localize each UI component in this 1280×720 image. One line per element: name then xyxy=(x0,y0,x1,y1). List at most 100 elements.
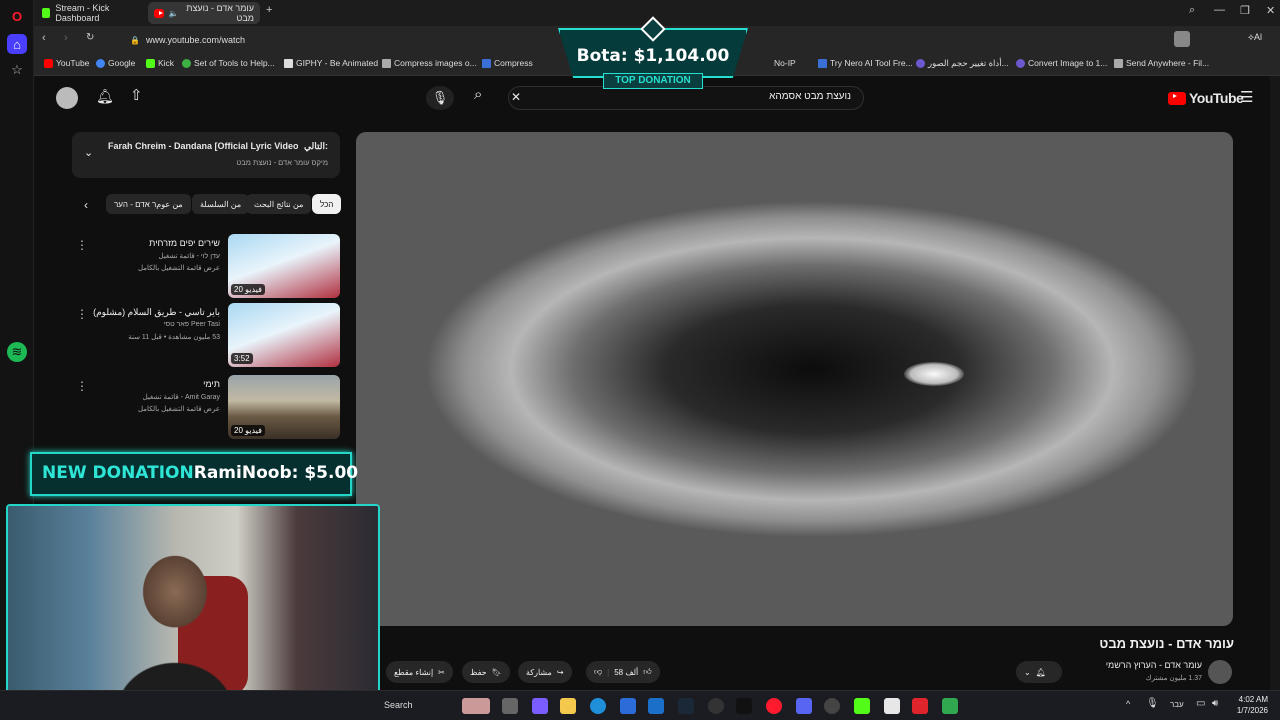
search-highlight-icon[interactable] xyxy=(462,698,490,714)
chip-series[interactable]: من السلسلة xyxy=(192,194,250,214)
bookmark-kick[interactable]: Kick xyxy=(146,58,174,68)
bookmark-google[interactable]: Google xyxy=(96,58,135,68)
notifications-icon[interactable]: 🔔︎ xyxy=(96,88,114,105)
new-tab-button[interactable]: + xyxy=(266,4,272,16)
widgets-icon[interactable] xyxy=(532,698,548,714)
microphone-icon[interactable]: 🎙︎ xyxy=(1146,698,1159,709)
chevron-down-icon[interactable]: ⌄ xyxy=(84,146,93,159)
streamer xyxy=(100,534,250,712)
tiktok-icon[interactable] xyxy=(736,698,752,714)
search-icon[interactable]: ⌕ xyxy=(474,86,482,103)
voice-search-icon[interactable]: 🎙︎ xyxy=(426,86,454,110)
volume-icon[interactable]: 🔊︎ xyxy=(1212,698,1218,709)
more-options-icon[interactable]: ⋮ xyxy=(76,379,88,393)
recommendation-title: باير تاسي - طريق السلام (مشلوم) xyxy=(93,307,220,317)
clock-date: 1/7/2026 xyxy=(1236,706,1268,715)
new-donation-value: RamiNoob: $5.00 xyxy=(193,463,359,483)
list-item[interactable]: 3:52 باير تاسي - طريق السلام (مشلوم) Pee… xyxy=(76,303,340,367)
channel-avatar[interactable] xyxy=(1208,660,1232,684)
account-avatar[interactable] xyxy=(56,87,78,109)
top-donation-amount: Bota: $1,104.00 xyxy=(576,46,730,66)
more-options-icon[interactable]: ⋮ xyxy=(76,307,88,321)
back-icon[interactable]: ‹ xyxy=(42,32,46,44)
kick-taskbar-icon[interactable] xyxy=(854,698,870,714)
steam-icon[interactable] xyxy=(678,698,694,714)
url-text: www.youtube.com/watch xyxy=(145,35,246,45)
playlist-panel[interactable]: ⌄ التالي: Farah Chreim - Dandana [Offici… xyxy=(72,132,340,178)
webcam-overlay xyxy=(6,504,380,714)
bookmark-resize[interactable]: أداة تغيير حجم الصور... xyxy=(916,58,1009,69)
opera-logo-icon[interactable]: O xyxy=(7,6,27,26)
menu-icon[interactable]: ☰ xyxy=(1240,88,1253,106)
forward-icon[interactable]: › xyxy=(64,32,68,44)
speaker-icon[interactable]: 🔈 xyxy=(169,9,179,18)
recommendation-title: תימי xyxy=(203,379,220,389)
youtube-logo[interactable]: YouTube xyxy=(1168,90,1244,106)
tf-icon[interactable] xyxy=(912,698,928,714)
bookmark-tools[interactable]: Set of Tools to Help... xyxy=(182,58,275,68)
profile-avatar[interactable] xyxy=(1174,31,1190,47)
4k-icon[interactable] xyxy=(708,698,724,714)
discord-icon[interactable] xyxy=(796,698,812,714)
subscribe-bell-button[interactable]: ⌄ 🔔︎ xyxy=(1016,661,1062,683)
upload-icon[interactable]: ⇧ xyxy=(130,86,143,104)
edge-icon[interactable] xyxy=(590,698,606,714)
minimize-button[interactable]: — xyxy=(1214,4,1225,16)
reload-icon[interactable]: ↻ xyxy=(86,32,94,43)
search-tabs-icon[interactable]: ⌕ xyxy=(1189,4,1195,17)
list-item[interactable]: 20 فيديو תימי Amit Garay - قائمة تشغيل ع… xyxy=(76,375,340,439)
chevron-down-icon: ⌄ xyxy=(1024,667,1031,677)
home-icon[interactable]: ⌂ xyxy=(7,34,27,54)
bookmark-send-anywhere[interactable]: Send Anywhere - Fil... xyxy=(1114,58,1209,68)
chip-search-results[interactable]: من نتائج البحث xyxy=(246,194,312,214)
chevron-up-icon[interactable]: ^ xyxy=(1126,699,1130,709)
chip-channel[interactable]: من عومר אדם - הער xyxy=(106,194,191,214)
video-thumbnail[interactable]: 20 فيديو xyxy=(228,375,340,439)
save-button[interactable]: حفظ 🔖︎ xyxy=(462,661,510,683)
outlook-icon[interactable] xyxy=(648,698,664,714)
maximize-button[interactable]: ❐ xyxy=(1240,4,1250,17)
tab-kick-dashboard[interactable]: Stream - Kick Dashboard xyxy=(36,2,146,24)
bookmark-youtube[interactable]: YouTube xyxy=(44,58,89,68)
share-button[interactable]: مشاركة ↪ xyxy=(518,661,572,683)
ai-icon[interactable]: ⟡Al xyxy=(1248,32,1262,43)
clear-search-icon[interactable]: ✕ xyxy=(511,90,521,104)
tab-youtube-video[interactable]: 🔈 עומר אדם - נועצת מבט xyxy=(148,2,260,24)
app-icon[interactable] xyxy=(884,698,900,714)
task-view-icon[interactable] xyxy=(502,698,518,714)
store-icon[interactable] xyxy=(620,698,636,714)
star-icon[interactable]: ☆ xyxy=(7,60,27,80)
like-dislike-button[interactable]: 👎︎ | 58 ألف 👍︎ xyxy=(586,661,660,683)
dislike-icon[interactable]: 👎︎ xyxy=(594,667,602,677)
opera-taskbar-icon[interactable] xyxy=(766,698,782,714)
bookmark-giphy[interactable]: GIPHY - Be Animated xyxy=(284,58,378,68)
top-donation-overlay: Bota: $1,104.00 TOP DONATION xyxy=(520,16,786,92)
new-donation-overlay: NEW DONATIONRamiNoob: $5.00 xyxy=(30,452,358,496)
recommendation-channel: Peer Tasi פאר טסי xyxy=(163,321,220,328)
taskbar-search[interactable]: Search xyxy=(384,700,413,710)
language-indicator[interactable]: עבר xyxy=(1170,700,1184,709)
video-player[interactable] xyxy=(356,132,1233,626)
system-clock[interactable]: 4:02 AM 1/7/2026 xyxy=(1237,694,1268,716)
like-icon[interactable]: 👍︎ xyxy=(643,667,651,677)
chip-all[interactable]: הכל xyxy=(312,194,342,214)
video-thumbnail[interactable]: 20 فيديو xyxy=(228,234,340,298)
bookmark-icon: 🔖︎ xyxy=(491,667,502,677)
url-field[interactable]: 🔒 www.youtube.com/watch xyxy=(130,30,530,50)
bookmark-convert[interactable]: Convert Image to 1... xyxy=(1016,58,1107,68)
video-thumbnail[interactable]: 3:52 xyxy=(228,303,340,367)
share-icon: ↪ xyxy=(556,667,564,677)
close-window-button[interactable]: ✕ xyxy=(1266,4,1275,17)
page-scrollbar[interactable] xyxy=(1270,76,1280,690)
spotify-icon[interactable]: ≋ xyxy=(7,342,27,362)
clip-button[interactable]: إنشاء مقطع ✂ xyxy=(386,661,453,683)
bookmark-nero[interactable]: Try Nero AI Tool Fre... xyxy=(818,58,913,68)
bookmark-compress-images[interactable]: Compress images o... xyxy=(382,58,477,68)
game-icon[interactable] xyxy=(942,698,958,714)
monitor-icon[interactable]: ▭ xyxy=(1196,698,1205,709)
list-item[interactable]: 20 فيديو שירים יפים מזרחית עדן לוי - قائ… xyxy=(76,234,340,298)
more-options-icon[interactable]: ⋮ xyxy=(76,238,88,252)
file-explorer-icon[interactable] xyxy=(560,698,576,714)
obs-icon[interactable] xyxy=(824,698,840,714)
chips-prev-icon[interactable]: ‹ xyxy=(84,198,88,212)
